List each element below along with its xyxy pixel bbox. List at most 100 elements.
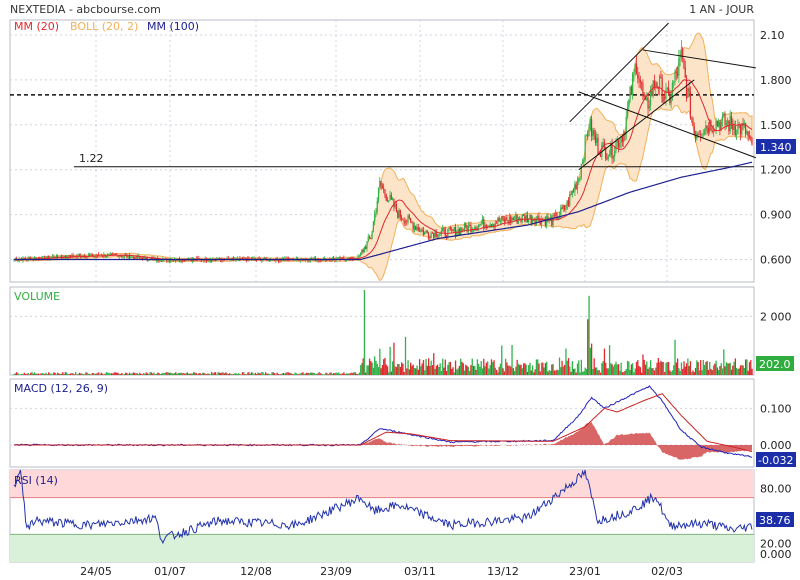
volume-bar (340, 373, 342, 375)
candle-body (587, 135, 589, 137)
candle-body (643, 94, 645, 97)
volume-bar (461, 361, 463, 375)
candle-body (615, 142, 617, 151)
candle-body (479, 224, 481, 225)
volume-bar (617, 364, 620, 375)
volume-bar (542, 362, 544, 375)
volume-bar (483, 358, 485, 375)
candle-body (556, 212, 558, 220)
volume-bar (511, 345, 513, 375)
volume-bar (572, 368, 575, 375)
volume-bar (507, 365, 509, 375)
volume-bar (702, 359, 704, 375)
candle-body (560, 207, 562, 216)
volume-bar (592, 368, 594, 375)
volume-bar (574, 368, 576, 375)
volume-bar (202, 372, 204, 375)
candle-body (418, 230, 421, 232)
volume-bar (709, 361, 711, 375)
volume-bar (103, 374, 105, 375)
candle-body (426, 230, 428, 233)
volume-bar (89, 374, 91, 375)
volume-bar (744, 359, 747, 375)
candle-body (614, 150, 616, 157)
volume-bar (347, 373, 349, 375)
volume-bar (326, 373, 328, 375)
volume-bar (589, 347, 591, 375)
volume-bar (539, 371, 541, 375)
volume-bar (646, 361, 648, 375)
volume-bar (121, 373, 123, 375)
volume-bar (409, 362, 412, 375)
volume-bar (130, 373, 132, 375)
volume-bar (108, 372, 110, 375)
candle-body (429, 236, 431, 238)
volume-bar (42, 373, 45, 375)
volume-bar (522, 363, 525, 375)
candle-body (433, 233, 435, 238)
volume-bar (50, 373, 52, 375)
volume-bar (685, 363, 688, 375)
volume-bar (674, 339, 676, 375)
volume-bar (564, 364, 566, 375)
volume-bar (484, 366, 486, 375)
volume-bar (533, 372, 535, 375)
volume-bar (557, 370, 559, 375)
candle-body (658, 76, 661, 89)
candle-body (180, 260, 182, 262)
candle-body (579, 177, 581, 180)
candle-body (466, 227, 468, 232)
candle-body (638, 78, 640, 80)
volume-bar (392, 361, 394, 375)
volume-bar (384, 357, 386, 375)
candle-body (621, 136, 623, 143)
volume-bar (87, 373, 90, 375)
volume-bar (36, 373, 38, 375)
candle-body (510, 216, 512, 223)
volume-bar (113, 372, 115, 375)
candle-body (566, 200, 568, 209)
volume-bar (508, 365, 511, 375)
volume-bar (295, 373, 298, 375)
volume-bar (194, 372, 196, 375)
volume-bar (658, 362, 661, 375)
volume-bar (621, 372, 624, 375)
volume-bar (143, 372, 145, 375)
volume-bar (263, 374, 265, 375)
volume-bar (118, 373, 120, 375)
volume-bar (177, 372, 179, 375)
x-tick-label: 03/11 (404, 565, 436, 578)
candle-body (72, 255, 74, 257)
volume-bar (647, 368, 649, 375)
volume-bar (644, 364, 647, 375)
volume-bar (735, 367, 738, 375)
candle-body (576, 180, 579, 190)
candle-body (601, 144, 603, 157)
volume-bar (152, 373, 154, 375)
candle-body (443, 227, 445, 229)
volume-bar (748, 362, 751, 375)
volume-bar (460, 358, 462, 375)
volume-bar (164, 372, 167, 375)
volume-bar (673, 365, 675, 375)
volume-bar (33, 372, 36, 375)
volume-bar (578, 360, 580, 375)
candle-body (386, 200, 389, 202)
volume-bar (448, 362, 450, 375)
volume-bar (529, 362, 531, 375)
volume-bar (683, 361, 685, 375)
volume-bar (327, 374, 330, 375)
volume-bar (635, 361, 638, 375)
volume-bar (145, 372, 147, 375)
volume-bar (212, 373, 214, 375)
volume-bar (221, 372, 223, 375)
candle-body (358, 255, 360, 257)
volume-bar (82, 374, 85, 375)
volume-bar (250, 372, 253, 375)
volume-bar (375, 360, 377, 375)
candle-body (584, 135, 586, 160)
volume-bar (535, 359, 538, 375)
volume-bar (676, 358, 679, 375)
volume-bar (639, 367, 642, 375)
volume-bar (291, 374, 294, 375)
